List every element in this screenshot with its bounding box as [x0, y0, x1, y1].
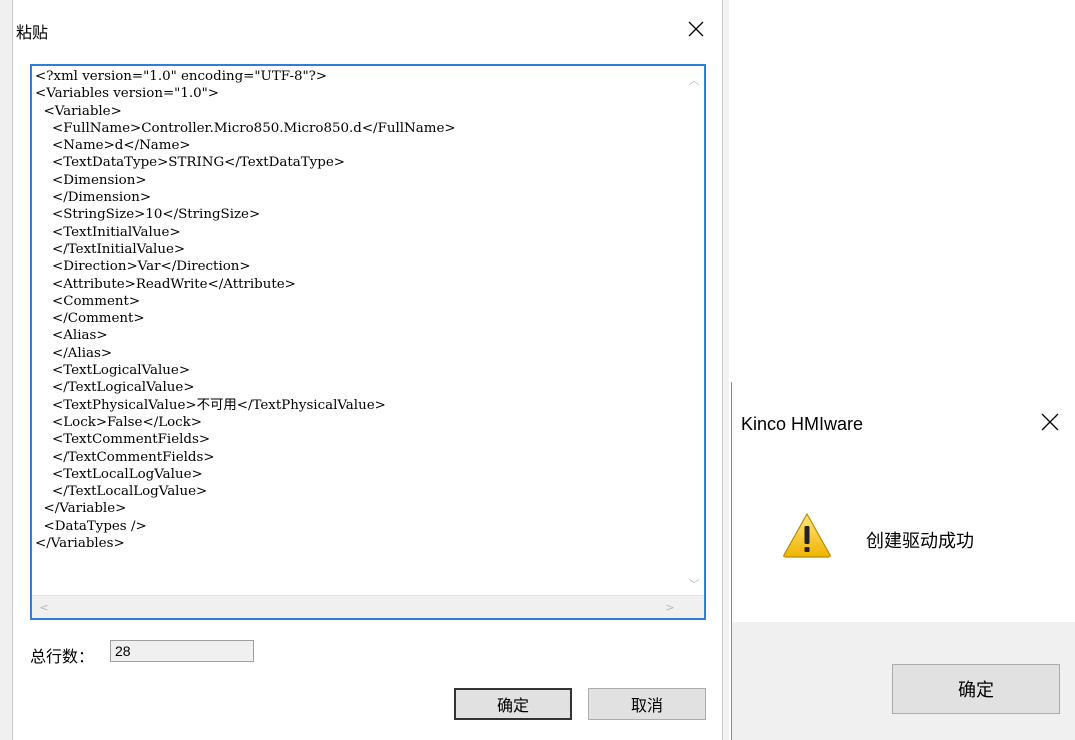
message-ok-button[interactable]: 确定	[892, 664, 1060, 714]
scroll-down-icon[interactable]: ﹀	[686, 576, 702, 592]
background-window-edge-right	[722, 0, 729, 740]
xml-textarea[interactable]: <?xml version="1.0" encoding="UTF-8"?> <…	[30, 64, 706, 620]
title-bar: 粘贴	[0, 0, 728, 60]
background-window-edge	[0, 0, 13, 740]
message-box: Kinco HMIware 创建驱动成功 确定	[731, 382, 1075, 740]
close-icon	[1041, 413, 1059, 431]
horizontal-scrollbar[interactable]: < >	[32, 595, 704, 618]
message-box-close-button[interactable]	[1030, 402, 1070, 442]
line-count-label: 总行数：	[30, 647, 95, 666]
scroll-left-icon[interactable]: <	[36, 599, 52, 615]
dialog-title: 粘贴	[16, 23, 49, 42]
scroll-up-icon[interactable]: ︿	[686, 72, 702, 88]
close-icon	[688, 21, 704, 37]
warning-icon	[783, 512, 831, 558]
cancel-button[interactable]: 取消	[588, 688, 706, 720]
message-body: 创建驱动成功	[732, 467, 1075, 622]
xml-content[interactable]: <?xml version="1.0" encoding="UTF-8"?> <…	[35, 68, 675, 596]
message-footer: 确定	[732, 622, 1075, 740]
close-button[interactable]	[676, 9, 716, 49]
scroll-right-icon[interactable]: >	[662, 599, 678, 615]
vertical-scrollbar[interactable]: ︿ ﹀	[684, 66, 704, 596]
line-count-field: 28	[110, 640, 254, 662]
paste-dialog: 粘贴 <?xml version="1.0" encoding="UTF-8"?…	[0, 0, 729, 740]
message-text: 创建驱动成功	[866, 531, 974, 552]
message-box-title: Kinco HMIware	[741, 414, 864, 434]
ok-button[interactable]: 确定	[454, 688, 572, 720]
